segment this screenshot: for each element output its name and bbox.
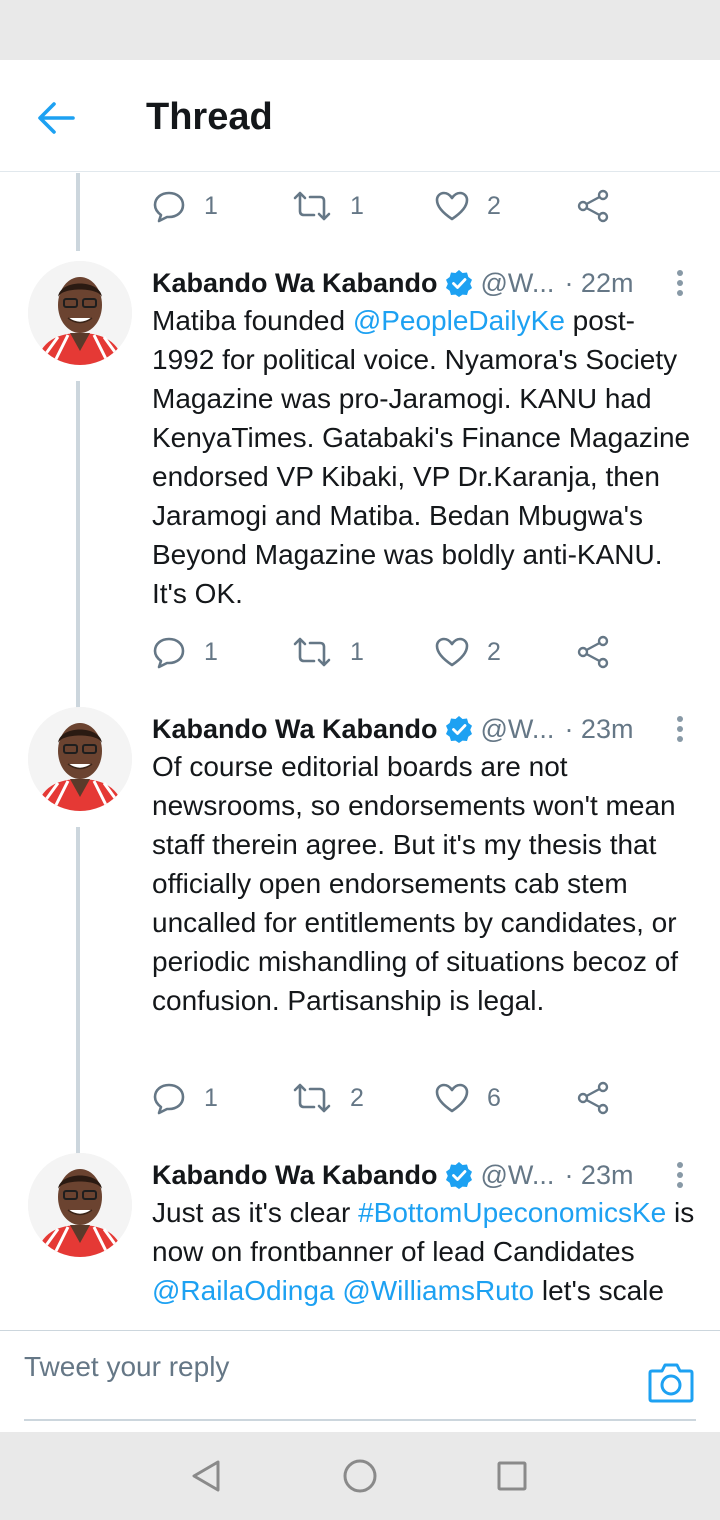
more-options-button[interactable] xyxy=(668,265,692,301)
share-icon xyxy=(577,1081,609,1115)
more-options-button[interactable] xyxy=(668,1157,692,1193)
share-icon xyxy=(577,635,609,669)
reply-button[interactable]: 1 xyxy=(152,627,218,677)
avatar[interactable] xyxy=(28,707,132,811)
triangle-back-icon xyxy=(192,1460,220,1492)
like-button[interactable]: 6 xyxy=(435,1073,501,1123)
retweet-icon xyxy=(293,191,331,221)
more-vertical-icon xyxy=(677,1162,683,1188)
avatar[interactable] xyxy=(28,261,132,365)
share-button[interactable] xyxy=(576,627,610,677)
square-recents-icon xyxy=(497,1461,527,1491)
mention-link[interactable]: @RailaOdinga xyxy=(152,1275,335,1306)
thread-line xyxy=(76,827,80,1155)
thread-line xyxy=(76,173,80,251)
mention-link[interactable]: @WilliamsRuto xyxy=(342,1275,534,1306)
like-button[interactable]: 2 xyxy=(435,181,501,231)
heart-icon xyxy=(435,191,469,221)
profile-photo xyxy=(28,261,132,365)
thread-feed[interactable]: 1 1 2 Kabando Wa Kabando @W... · 22m Mat… xyxy=(0,173,720,1330)
reply-button[interactable]: 1 xyxy=(152,1073,218,1123)
author-handle: @W... xyxy=(480,1159,555,1190)
tweet-actions: 1 2 6 xyxy=(152,1073,632,1123)
author-handle: @W... xyxy=(480,713,555,744)
author-name[interactable]: Kabando Wa Kabando xyxy=(152,268,438,299)
tweet-time: · 23m xyxy=(564,713,634,744)
more-vertical-icon xyxy=(677,716,683,742)
heart-icon xyxy=(435,637,469,667)
camera-icon xyxy=(648,1363,694,1403)
share-icon xyxy=(577,189,609,223)
header: Thread xyxy=(0,60,720,172)
tweet-actions: 1 1 2 xyxy=(152,627,632,677)
mention-link[interactable]: @PeopleDailyKe xyxy=(353,305,565,336)
thread-line xyxy=(76,381,80,709)
author-handle: @W... xyxy=(480,267,555,298)
tweet-time: · 23m xyxy=(564,1159,634,1190)
tweet-text: Matiba founded @PeopleDailyKe post-1992 … xyxy=(152,305,691,609)
verified-badge-icon xyxy=(445,269,473,297)
nav-back-button[interactable] xyxy=(188,1458,224,1494)
tweet-header: Kabando Wa Kabando @W... · 23m xyxy=(152,1153,692,1197)
circle-home-icon xyxy=(343,1459,377,1493)
share-button[interactable] xyxy=(576,1073,610,1123)
tweet-header: Kabando Wa Kabando @W... · 22m xyxy=(152,261,692,305)
reply-icon xyxy=(153,191,185,223)
retweet-button[interactable]: 1 xyxy=(292,181,364,231)
reply-input[interactable]: Tweet your reply xyxy=(24,1351,229,1383)
more-options-button[interactable] xyxy=(668,711,692,747)
back-button[interactable] xyxy=(28,90,84,146)
retweet-button[interactable]: 2 xyxy=(292,1073,364,1123)
reply-composer: Tweet your reply xyxy=(0,1330,720,1432)
tweet-header: Kabando Wa Kabando @W... · 23m xyxy=(152,707,692,751)
nav-home-button[interactable] xyxy=(342,1458,378,1494)
reply-button[interactable]: 1 xyxy=(152,181,218,231)
verified-badge-icon xyxy=(445,1161,473,1189)
hashtag-link[interactable]: #BottomUpeconomicsKe xyxy=(358,1197,666,1228)
profile-photo xyxy=(28,707,132,811)
share-button[interactable] xyxy=(576,181,610,231)
reply-icon xyxy=(153,637,185,669)
status-bar xyxy=(0,0,720,60)
system-nav-bar xyxy=(0,1432,720,1520)
author-name[interactable]: Kabando Wa Kabando xyxy=(152,714,438,745)
tweet-actions: 1 1 2 xyxy=(152,181,632,231)
reply-input-underline xyxy=(24,1419,696,1421)
tweet-time: · 22m xyxy=(564,267,634,298)
heart-icon xyxy=(435,1083,469,1113)
retweet-icon xyxy=(293,1083,331,1113)
verified-badge-icon xyxy=(445,715,473,743)
tweet-text: Of course editorial boards are not newsr… xyxy=(152,751,679,1016)
profile-photo xyxy=(28,1153,132,1257)
author-name[interactable]: Kabando Wa Kabando xyxy=(152,1160,438,1191)
page-title: Thread xyxy=(146,96,273,138)
like-button[interactable]: 2 xyxy=(435,627,501,677)
retweet-button[interactable]: 1 xyxy=(292,627,364,677)
reply-icon xyxy=(153,1083,185,1115)
more-vertical-icon xyxy=(677,270,683,296)
nav-recents-button[interactable] xyxy=(494,1458,530,1494)
retweet-icon xyxy=(293,637,331,667)
tweet-text: Just as it's clear #BottomUpeconomicsKe … xyxy=(152,1197,695,1306)
camera-button[interactable] xyxy=(648,1361,694,1403)
avatar[interactable] xyxy=(28,1153,132,1257)
arrow-left-icon xyxy=(38,102,75,134)
